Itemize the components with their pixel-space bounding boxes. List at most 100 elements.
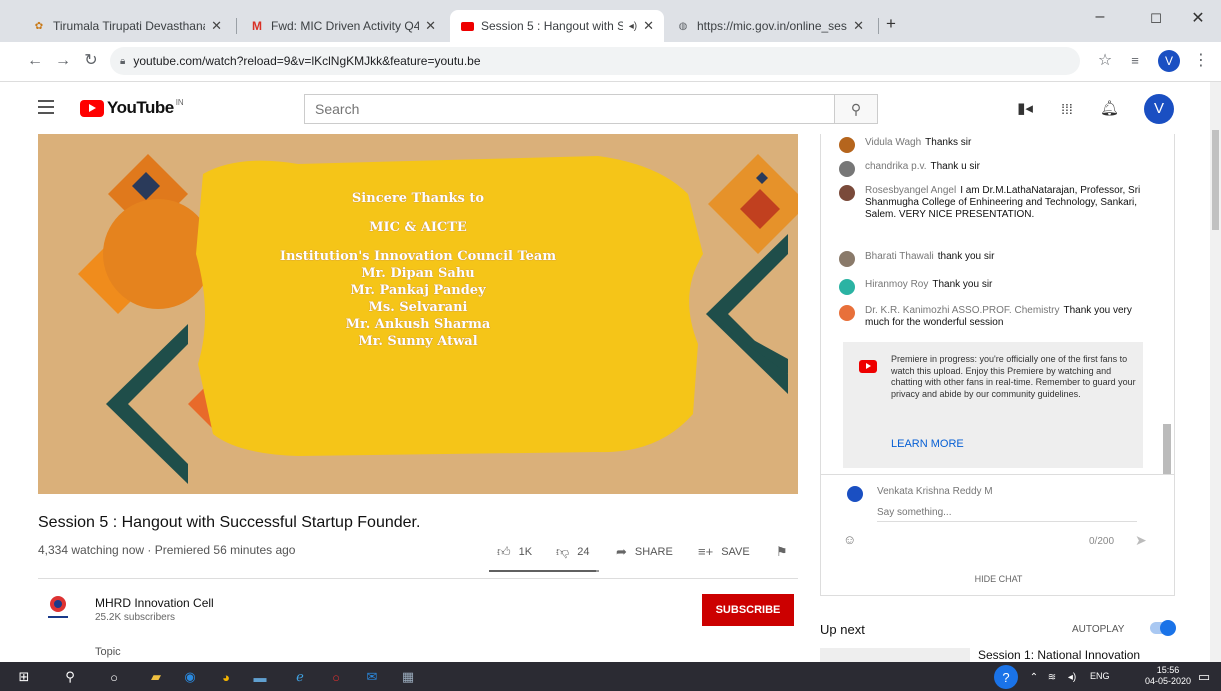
new-tab-button[interactable]: + <box>886 14 896 34</box>
taskbar-clock[interactable]: 15:56 04-05-2020 <box>1144 665 1192 687</box>
emoji-icon[interactable]: ☺ <box>843 532 856 547</box>
url-text: youtube.com/watch?reload=9&v=lKclNgKMJkk… <box>133 54 481 68</box>
edge-icon[interactable]: ◉ <box>180 667 200 687</box>
browser-tab-strip: ✿ Tirumala Tirupati Devasthanams ✕ M Fwd… <box>0 0 1221 42</box>
volume-icon[interactable]: ◂) <box>1062 667 1082 687</box>
youtube-logo[interactable]: YouTube IN <box>80 98 184 118</box>
save-label: SAVE <box>721 545 750 558</box>
mail-icon[interactable]: ✉ <box>362 667 382 687</box>
tab-gmail[interactable]: M Fwd: MIC Driven Activity Q4: Ha ✕ <box>240 10 446 42</box>
window-close-icon[interactable]: ✕ <box>1178 8 1218 28</box>
video-player[interactable]: Sincere Thanks to MIC & AICTE Institutio… <box>38 134 798 494</box>
chat-message: Bharati Thawali thank you sir <box>839 251 1159 267</box>
chat-author: chandrika p.v. <box>865 161 927 172</box>
language-indicator[interactable]: ENG <box>1090 671 1110 681</box>
premiere-notice: Premiere in progress: you're officially … <box>843 342 1143 468</box>
thumbs-up-icon: 👍︎ <box>497 544 511 559</box>
windows-start-icon[interactable]: ⊞ <box>14 667 34 687</box>
autoplay-toggle[interactable] <box>1150 620 1176 636</box>
autoplay-label: AUTOPLAY <box>1072 624 1125 635</box>
forward-icon[interactable]: → <box>52 50 74 72</box>
menu-icon[interactable] <box>38 100 54 114</box>
reading-list-icon[interactable]: ≡ <box>1124 50 1146 72</box>
tab-label: Fwd: MIC Driven Activity Q4: Ha <box>271 19 420 33</box>
like-ratio-bar <box>489 570 599 572</box>
chat-avatar <box>839 279 855 295</box>
like-button[interactable]: 👍︎ 1K <box>497 544 532 560</box>
chrome-icon[interactable]: ◕ <box>216 667 236 687</box>
slide-line: Institution's Innovation Council Team <box>279 249 557 264</box>
apps-grid-icon[interactable]: ⁞⁞⁞ <box>1058 100 1076 118</box>
close-icon[interactable]: ✕ <box>853 18 864 34</box>
notification-center-icon[interactable]: ▭ <box>1194 667 1214 687</box>
app-icon[interactable]: ▦ <box>398 667 418 687</box>
tab-youtube-session[interactable]: Session 5 : Hangout with Su ◂) ✕ <box>450 10 664 42</box>
tray-chevron-icon[interactable]: ⌃ <box>1024 667 1044 687</box>
bookmark-star-icon[interactable]: ☆ <box>1094 50 1116 72</box>
chat-text: Thanks sir <box>925 137 972 148</box>
send-icon[interactable]: ➤ <box>1135 532 1147 549</box>
divider <box>38 578 798 579</box>
channel-logo[interactable] <box>46 594 70 622</box>
reload-icon[interactable]: ↻ <box>80 50 102 72</box>
subscribe-button[interactable]: SUBSCRIBE <box>702 594 794 626</box>
url-bar[interactable]: 🔒︎ youtube.com/watch?reload=9&v=lKclNgKM… <box>110 47 1080 75</box>
globe-icon: ◍ <box>678 20 688 32</box>
create-video-icon[interactable]: ▮◂ <box>1016 100 1034 118</box>
minimize-icon[interactable]: – <box>1080 8 1120 26</box>
notifications-bell-icon[interactable]: 🔔︎ <box>1100 100 1119 118</box>
search-icon[interactable]: ⚲ <box>60 667 80 687</box>
subscriber-count: 25.2K subscribers <box>95 612 176 623</box>
video-title: Session 5 : Hangout with Successful Star… <box>38 514 421 531</box>
hide-chat-button[interactable]: HIDE CHAT <box>821 574 1174 584</box>
chat-input-avatar <box>847 486 863 502</box>
tab-divider <box>878 18 879 34</box>
save-button[interactable]: ≡+ SAVE <box>698 544 750 559</box>
user-avatar[interactable]: V <box>1144 94 1174 124</box>
wifi-icon[interactable]: ≋ <box>1042 667 1062 687</box>
next-video-title[interactable]: Session 1: National Innovation <box>978 648 1140 662</box>
like-count: 1K <box>518 546 533 558</box>
close-icon[interactable]: ✕ <box>211 18 222 34</box>
share-button[interactable]: ➦ SHARE <box>616 544 673 560</box>
slide-text: Sincere Thanks to MIC & AICTE Institutio… <box>278 190 558 350</box>
slide-line: Mr. Sunny Atwal <box>358 334 478 349</box>
live-chat-panel: Vidula Wagh Thanks sir chandrika p.v. Than… <box>820 134 1175 596</box>
chat-message: chandrika p.v. Thank u sir <box>839 161 1159 177</box>
page-scrollbar-thumb[interactable] <box>1212 130 1219 230</box>
tab-mic-gov[interactable]: ◍ https://mic.gov.in/online_session ✕ <box>666 10 874 42</box>
clock-time: 15:56 <box>1156 665 1180 675</box>
opera-icon[interactable]: ○ <box>326 667 346 687</box>
tab-label: Tirumala Tirupati Devasthanams <box>53 19 205 33</box>
chat-avatar <box>839 305 855 321</box>
chat-scrollbar[interactable] <box>1163 424 1171 474</box>
chat-avatar <box>839 137 855 153</box>
tab-ttd[interactable]: ✿ Tirumala Tirupati Devasthanams ✕ <box>22 10 232 42</box>
search-button[interactable]: ⚲ <box>834 94 878 124</box>
chat-text: thank you sir <box>937 251 995 262</box>
report-button[interactable]: ⚑ <box>776 544 796 560</box>
ie-icon[interactable]: ℯ <box>290 667 310 687</box>
chat-message-input[interactable] <box>877 504 1137 522</box>
task-view-icon[interactable]: ○ <box>104 667 124 687</box>
back-icon[interactable]: ← <box>24 50 46 72</box>
dislike-button[interactable]: 👎︎ 24 <box>556 544 589 560</box>
youtube-header: YouTube IN ⚲ ▮◂ ⁞⁞⁞ 🔔︎ V <box>0 82 1210 134</box>
page-scrollbar[interactable] <box>1210 82 1221 662</box>
up-next-heading: Up next <box>820 622 865 637</box>
maximize-icon[interactable]: ☐ <box>1136 11 1176 27</box>
search-icon: ⚲ <box>850 101 862 117</box>
topic-label: Topic <box>95 646 121 658</box>
next-video-thumbnail[interactable] <box>820 648 970 662</box>
browser-menu-icon[interactable]: ⋮ <box>1190 50 1212 72</box>
chat-message: Rosesbyangel Angel I am Dr.M.LathaNataraj… <box>839 185 1159 221</box>
close-icon[interactable]: ✕ <box>425 18 436 34</box>
search-input[interactable] <box>304 94 834 124</box>
learn-more-link[interactable]: LEARN MORE <box>891 438 964 450</box>
help-icon[interactable]: ? <box>994 665 1018 689</box>
browser-profile-avatar[interactable]: V <box>1158 50 1180 72</box>
store-icon[interactable]: ▰ <box>146 667 166 687</box>
close-icon[interactable]: ✕ <box>643 18 654 34</box>
channel-name[interactable]: MHRD Innovation Cell <box>95 596 214 610</box>
file-explorer-icon[interactable]: ▬ <box>250 667 270 687</box>
